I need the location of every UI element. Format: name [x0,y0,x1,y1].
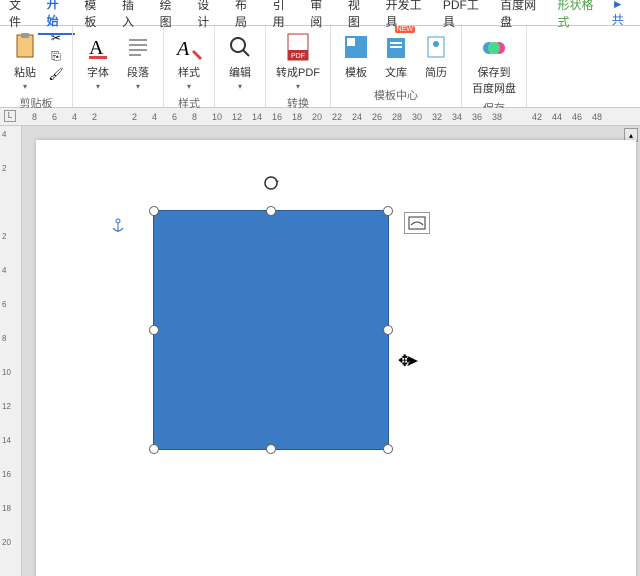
vertical-ruler[interactable]: 4 2 2 4 6 8 10 12 14 16 18 20 [0,126,22,576]
menu-bar: 文件 开始 模板 插入 绘图 设计 布局 引用 审阅 视图 开发工具 PDF工具… [0,0,640,26]
ruler-tick: 4 [2,130,6,139]
edit-button[interactable]: 编辑 ▾ [223,30,257,93]
ruler-tick: 6 [2,300,6,309]
group-label-template-center: 模板中心 [374,87,418,103]
ruler-tick: 2 [2,164,6,173]
resize-handle-s[interactable] [266,444,276,454]
document-page[interactable]: ✥➤ [36,140,636,576]
move-cursor-icon: ✥➤ [398,351,419,371]
ruler-tick: 18 [292,112,302,122]
ruler-tick: 18 [2,504,11,513]
ruler-tick: 44 [552,112,562,122]
library-button[interactable]: NEW 文库 [379,30,413,82]
styles-button[interactable]: A 样式 ▾ [172,30,206,93]
ruler-tick: 10 [212,112,222,122]
font-icon: A [83,32,113,62]
resize-handle-nw[interactable] [149,206,159,216]
ruler-tick: 38 [492,112,502,122]
find-icon [225,32,255,62]
horizontal-ruler[interactable]: L 86422468101214161820222426283032343638… [0,108,640,126]
ruler-tick: 48 [592,112,602,122]
paste-icon [10,32,40,62]
save-cloud-button[interactable]: 保存到 百度网盘 [470,30,518,98]
ruler-tick: 30 [412,112,422,122]
ruler-tick: 4 [152,112,157,122]
page-area: ▴ ✥➤ [22,126,640,576]
ruler-tick: 20 [312,112,322,122]
ruler-tick: 42 [532,112,542,122]
ruler-tick: 28 [392,112,402,122]
ruler-tick: 10 [2,368,11,377]
rotate-handle[interactable] [263,175,279,191]
ruler-tick: 2 [132,112,137,122]
paste-button[interactable]: 粘贴 ▾ [8,30,42,93]
menu-shape-format[interactable]: 形状格式 [548,0,605,34]
cut-icon[interactable]: ✂ [48,30,64,46]
ruler-tick: 22 [332,112,342,122]
convert-pdf-button[interactable]: PDF 转成PDF ▾ [274,30,322,93]
ruler-tick: 4 [72,112,77,122]
resize-handle-n[interactable] [266,206,276,216]
ruler-tick: 16 [2,470,11,479]
pdf-icon: PDF [283,32,313,62]
copy-icon[interactable]: ⎘ [48,48,64,64]
font-button[interactable]: A 字体 ▾ [81,30,115,93]
library-icon [381,32,411,62]
ruler-tick: 26 [372,112,382,122]
ruler-tick: 46 [572,112,582,122]
ruler-tick: 14 [252,112,262,122]
ruler-tick: 6 [172,112,177,122]
ruler-tick: 8 [2,334,6,343]
tab-selector[interactable]: L [4,110,16,122]
resize-handle-sw[interactable] [149,444,159,454]
ruler-tick: 4 [2,266,6,275]
ruler-tick: 14 [2,436,11,445]
paragraph-icon [123,32,153,62]
ruler-tick: 34 [452,112,462,122]
resume-icon [421,32,451,62]
selected-rectangle-shape[interactable]: ✥➤ [153,210,389,450]
resume-button[interactable]: 简历 [419,30,453,82]
svg-text:A: A [175,38,190,60]
layout-options-button[interactable] [404,212,430,234]
ruler-tick: 8 [32,112,37,122]
resize-handle-w[interactable] [149,325,159,335]
resize-handle-se[interactable] [383,444,393,454]
ruler-tick: 8 [192,112,197,122]
ruler-tick: 20 [2,538,11,547]
resize-handle-ne[interactable] [383,206,393,216]
share-button[interactable]: ► 共 [606,0,640,32]
ruler-tick: 32 [432,112,442,122]
ruler-tick: 2 [92,112,97,122]
ruler-tick: 6 [52,112,57,122]
cloud-icon [479,32,509,62]
template-button[interactable]: 模板 [339,30,373,82]
styles-icon: A [174,32,204,62]
ruler-tick: 12 [232,112,242,122]
ruler-tick: 36 [472,112,482,122]
ribbon: 粘贴 ▾ ✂ ⎘ 🖌 剪贴板 A 字体 ▾ 段落 ▾ [0,26,640,108]
ruler-tick: 16 [272,112,282,122]
ruler-tick: 12 [2,402,11,411]
template-icon [341,32,371,62]
anchor-icon [110,218,126,234]
ruler-tick: 2 [2,232,6,241]
new-badge: NEW [395,26,415,33]
paragraph-button[interactable]: 段落 ▾ [121,30,155,93]
svg-text:A: A [89,37,104,59]
svg-text:PDF: PDF [291,53,305,60]
format-painter-icon[interactable]: 🖌 [48,66,64,82]
ruler-tick: 24 [352,112,362,122]
resize-handle-e[interactable] [383,325,393,335]
